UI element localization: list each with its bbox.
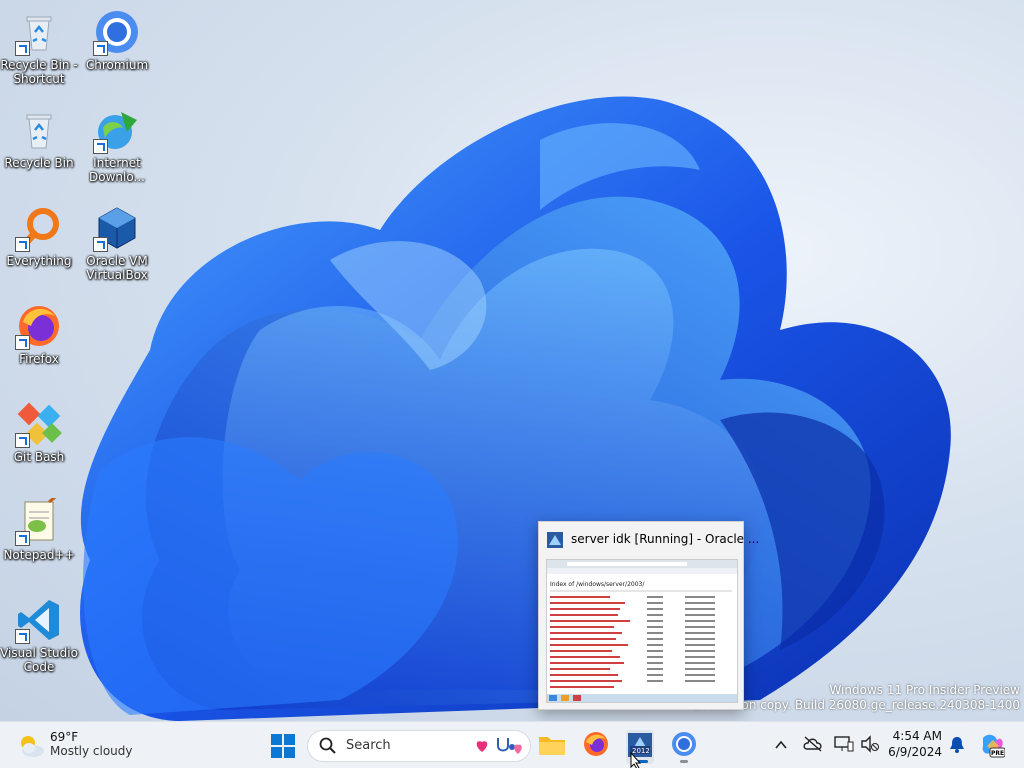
cloud-offline-icon (803, 736, 822, 752)
onedrive-tray[interactable] (803, 735, 823, 757)
git-bash-icon (15, 400, 63, 448)
monitor-icon (834, 736, 854, 752)
bell-icon (950, 737, 964, 753)
cloudy-weather-icon (21, 736, 44, 757)
clock-date: 6/9/2024 (888, 745, 942, 759)
display-tray[interactable] (834, 735, 854, 757)
show-hidden-icons-button[interactable] (774, 737, 788, 756)
notepad-plus-plus-icon (15, 492, 63, 546)
taskbar-search-box[interactable]: Search (307, 730, 531, 762)
clock-time: 4:54 AM (892, 729, 942, 743)
vscode-icon (15, 596, 63, 644)
virtualbox-vm-icon (546, 531, 564, 553)
notifications-button[interactable] (948, 735, 966, 759)
clock[interactable]: 4:54 AM 6/9/2024 (888, 728, 942, 760)
preview-title: server idk [Running] - Oracle ... (571, 532, 760, 546)
taskbar-chromium[interactable] (671, 731, 697, 763)
desktop-icon-label: Everything (6, 254, 72, 268)
firefox-icon (15, 302, 63, 350)
desktop-icon-label: Chromium (85, 58, 149, 72)
shortcut-arrow-icon (93, 237, 108, 252)
desktop-icon-git-bash[interactable]: Git Bash (0, 400, 78, 464)
taskbar-firefox[interactable] (583, 731, 609, 761)
taskbar-file-explorer[interactable] (538, 732, 566, 762)
volume-muted-icon (861, 735, 879, 753)
firefox-icon (584, 732, 608, 756)
desktop-icon-internet-download-manager[interactable]: Internet Downlo... (78, 106, 156, 184)
weather-condition: Mostly cloudy (50, 744, 133, 758)
search-highlight-stethoscope-hearts-icon (476, 738, 522, 754)
desktop-icon-virtualbox[interactable]: Oracle VM VirtualBox (78, 204, 156, 282)
start-icon (271, 734, 295, 758)
mouse-cursor-icon (630, 752, 642, 768)
shortcut-arrow-icon (15, 335, 30, 350)
desktop-icon-label: Visual Studio Code (0, 646, 78, 674)
desktop-icon-label: Internet Downlo... (89, 156, 145, 184)
desktop-icon-label: Recycle Bin (4, 156, 74, 170)
copilot-button[interactable]: PRE (979, 732, 1006, 762)
volume-tray[interactable] (860, 735, 880, 757)
desktop-icon-firefox[interactable]: Firefox (0, 302, 78, 366)
search-icon (319, 737, 336, 754)
weather-temperature: 69°F (50, 730, 79, 744)
desktop-icon-notepad-plus-plus[interactable]: Notepad++ (0, 492, 78, 562)
virtualbox-icon (93, 204, 141, 252)
everything-search-icon (15, 204, 63, 252)
chromium-icon (672, 732, 696, 756)
desktop-icon-vscode[interactable]: Visual Studio Code (0, 596, 78, 674)
preview-thumb-heading: Index of /windows/server/2003/ (550, 581, 645, 588)
shortcut-arrow-icon (15, 629, 30, 644)
chevron-up-icon (775, 740, 787, 749)
search-placeholder: Search (346, 738, 391, 753)
desktop-icon-recycle-bin-shortcut[interactable]: Recycle Bin - Shortcut (0, 8, 78, 86)
shortcut-arrow-icon (93, 41, 108, 56)
shortcut-arrow-icon (15, 531, 30, 546)
internet-download-manager-icon (93, 106, 141, 154)
chromium-icon (93, 8, 141, 56)
desktop-icon-label: Git Bash (13, 450, 65, 464)
start-button[interactable] (271, 734, 295, 762)
running-indicator (680, 760, 688, 763)
desktop-icon-label: Firefox (19, 352, 59, 366)
recycle-bin-icon (15, 8, 63, 56)
desktop-icon-label: Recycle Bin - Shortcut (0, 58, 78, 86)
shortcut-arrow-icon (15, 41, 30, 56)
taskbar-window-preview[interactable]: server idk [Running] - Oracle ... Index … (538, 521, 759, 710)
shortcut-arrow-icon (15, 237, 30, 252)
desktop-icon-everything[interactable]: Everything (0, 204, 78, 268)
svg-text:PRE: PRE (991, 750, 1004, 757)
recycle-bin-icon (15, 106, 63, 154)
desktop-icon-label: Oracle VM VirtualBox (86, 254, 148, 282)
copilot-pre-icon: PRE (982, 734, 1006, 758)
desktop[interactable]: Recycle Bin - Shortcut Recycle Bin Every… (0, 0, 1024, 721)
desktop-icon-chromium[interactable]: Chromium (78, 8, 156, 72)
taskbar: 69°F Mostly cloudy Search 2012 4:54 AM 6… (0, 721, 1024, 768)
shortcut-arrow-icon (15, 433, 30, 448)
file-explorer-icon (539, 737, 565, 755)
preview-thumbnail: Index of /windows/server/2003/ (546, 559, 738, 703)
desktop-icon-recycle-bin[interactable]: Recycle Bin (0, 106, 78, 170)
shortcut-arrow-icon (93, 139, 108, 154)
desktop-icon-label: Notepad++ (3, 548, 75, 562)
